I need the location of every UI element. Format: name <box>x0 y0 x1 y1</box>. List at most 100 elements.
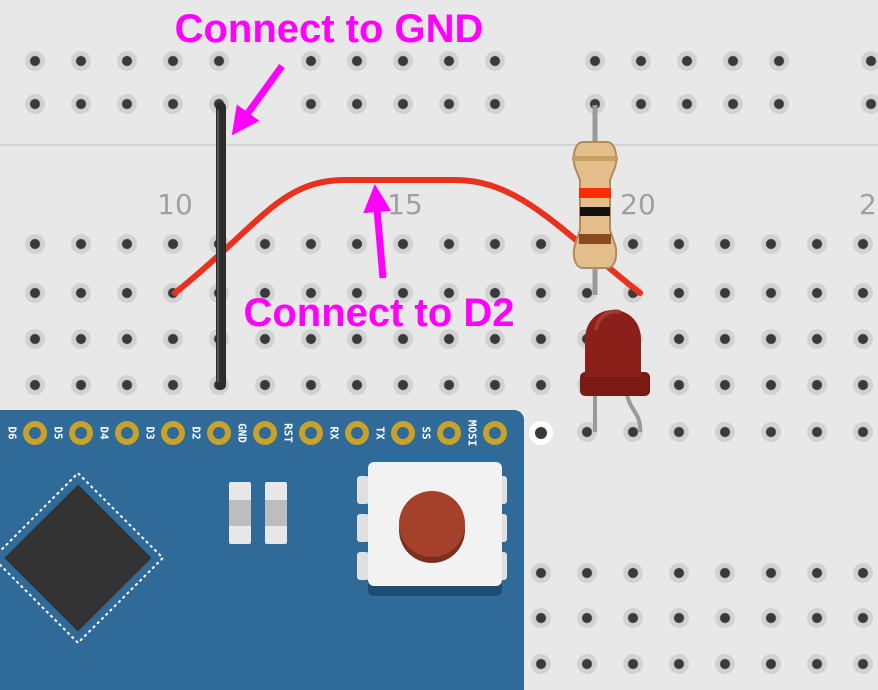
reset-button[interactable] <box>357 462 507 596</box>
smd-component-left <box>229 482 251 544</box>
breadboard-hole <box>25 234 45 254</box>
breadboard-hole <box>669 375 689 395</box>
pin-label: RST <box>282 423 295 443</box>
breadboard-hole <box>715 283 735 303</box>
breadboard-hole <box>853 283 873 303</box>
arduino-board: D6 D5 D4 D3 D2 GND RST RX TX SS MOSI <box>0 410 553 690</box>
breadboard-hole <box>677 94 697 114</box>
breadboard-hole <box>807 375 827 395</box>
breadboard-hole <box>439 375 459 395</box>
breadboard-hole <box>117 234 137 254</box>
smd-component-right <box>265 482 287 544</box>
breadboard-hole <box>301 51 321 71</box>
breadboard-hole <box>531 563 551 583</box>
breadboard-hole <box>577 608 597 628</box>
breadboard-hole <box>393 51 413 71</box>
breadboard-hole <box>623 608 643 628</box>
breadboard-hole <box>347 94 367 114</box>
pin-label: RX <box>328 426 341 440</box>
breadboard-hole <box>623 234 643 254</box>
breadboard-hole <box>669 329 689 349</box>
breadboard-hole <box>761 654 781 674</box>
breadboard-hole <box>807 654 827 674</box>
breadboard-hole <box>71 51 91 71</box>
breadboard-hole <box>531 283 551 303</box>
breadboard-hole <box>807 563 827 583</box>
breadboard-hole <box>71 283 91 303</box>
breadboard-hole <box>715 329 735 349</box>
breadboard-hole <box>439 51 459 71</box>
breadboard-hole <box>807 608 827 628</box>
row-number-10: 10 <box>157 188 193 221</box>
breadboard-hole <box>531 329 551 349</box>
breadboard-hole <box>623 654 643 674</box>
breadboard-hole <box>439 94 459 114</box>
breadboard-hole <box>761 329 781 349</box>
breadboard-hole <box>163 375 183 395</box>
breadboard-hole <box>761 283 781 303</box>
breadboard-hole <box>853 329 873 349</box>
breadboard-hole <box>807 329 827 349</box>
pin-label: SS <box>420 426 433 439</box>
pin-label: D2 <box>190 426 203 439</box>
breadboard-hole <box>347 51 367 71</box>
breadboard-hole <box>531 608 551 628</box>
breadboard-hole <box>761 375 781 395</box>
breadboard-hole <box>723 51 743 71</box>
breadboard-hole <box>347 375 367 395</box>
breadboard-hole <box>347 234 367 254</box>
breadboard-hole <box>117 283 137 303</box>
breadboard-hole <box>531 234 551 254</box>
breadboard-hole <box>715 234 735 254</box>
breadboard-hole <box>715 375 735 395</box>
breadboard-hole <box>301 234 321 254</box>
breadboard-hole <box>25 94 45 114</box>
row-number-15: 15 <box>387 188 423 221</box>
breadboard-hole <box>669 283 689 303</box>
power-rail-divider <box>0 144 878 146</box>
breadboard-hole <box>715 422 735 442</box>
breadboard-hole <box>485 94 505 114</box>
row-number-20: 20 <box>620 188 656 221</box>
breadboard-hole <box>807 283 827 303</box>
breadboard-hole <box>669 422 689 442</box>
breadboard-hole <box>761 234 781 254</box>
breadboard-hole <box>25 283 45 303</box>
breadboard-hole <box>117 375 137 395</box>
row-number-25-partial: 2 <box>859 188 877 221</box>
breadboard-hole <box>577 563 597 583</box>
pin-label: TX <box>374 426 387 440</box>
pin-label: D3 <box>144 426 157 439</box>
breadboard-hole <box>485 51 505 71</box>
breadboard-hole <box>669 654 689 674</box>
breadboard-hole <box>25 329 45 349</box>
breadboard-hole <box>715 563 735 583</box>
breadboard-hole <box>677 51 697 71</box>
breadboard-hole <box>439 234 459 254</box>
breadboard-hole <box>807 234 827 254</box>
breadboard-hole <box>393 94 413 114</box>
breadboard-hole <box>807 422 827 442</box>
breadboard-hole <box>531 654 551 674</box>
breadboard-hole <box>631 51 651 71</box>
pin-label: D6 <box>6 426 19 440</box>
breadboard-hole <box>209 51 229 71</box>
breadboard-hole <box>163 94 183 114</box>
breadboard-hole <box>853 608 873 628</box>
breadboard-diagram: 10 15 20 2 D6 D5 D4 D3 D2 GND RST RX TX SS MOSI <box>0 0 878 690</box>
breadboard-hole <box>25 375 45 395</box>
breadboard-hole <box>163 234 183 254</box>
breadboard-hole <box>853 563 873 583</box>
breadboard-hole <box>485 234 505 254</box>
breadboard-hole <box>71 329 91 349</box>
breadboard-hole <box>117 94 137 114</box>
breadboard-hole <box>585 51 605 71</box>
breadboard-hole <box>71 375 91 395</box>
breadboard-hole <box>163 329 183 349</box>
breadboard-hole <box>853 654 873 674</box>
pin-label: GND <box>236 423 249 443</box>
breadboard-hole <box>669 608 689 628</box>
breadboard-hole <box>761 422 781 442</box>
breadboard-hole <box>761 608 781 628</box>
breadboard-hole <box>163 51 183 71</box>
